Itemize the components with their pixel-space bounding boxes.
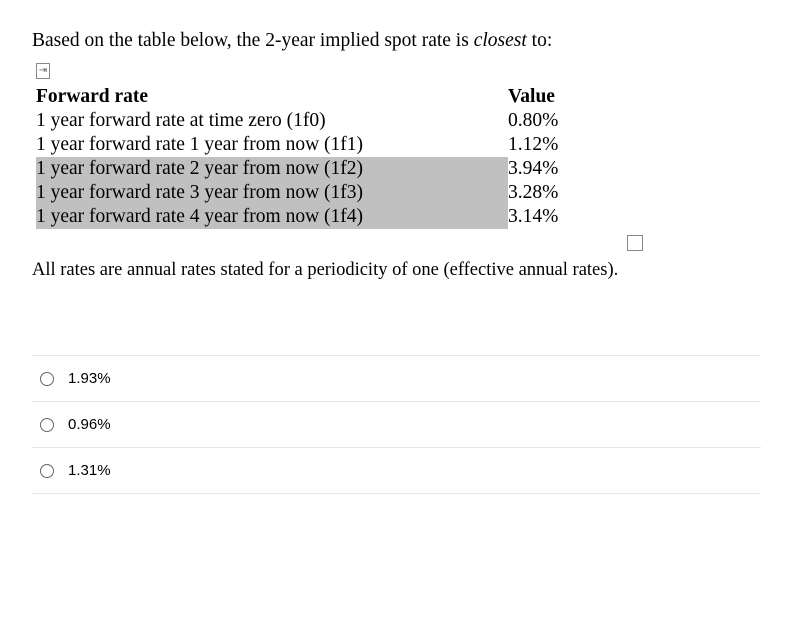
cell-value: 3.94% <box>508 157 628 181</box>
cell-value: 1.12% <box>508 133 628 157</box>
question-text: Based on the table below, the 2-year imp… <box>32 30 761 52</box>
radio-icon <box>40 418 54 432</box>
table-row: 1 year forward rate 1 year from now (1f1… <box>36 133 628 157</box>
checkbox-annotation <box>32 235 761 256</box>
radio-icon <box>40 464 54 478</box>
cell-label: 1 year forward rate at time zero (1f0) <box>36 109 508 133</box>
rates-table: Forward rate Value 1 year forward rate a… <box>36 85 761 229</box>
cell-label: 1 year forward rate 3 year from now (1f3… <box>36 181 508 205</box>
option-label: 1.31% <box>68 462 111 479</box>
table-row: 1 year forward rate 4 year from now (1f4… <box>36 205 628 229</box>
cell-label: 1 year forward rate 1 year from now (1f1… <box>36 133 508 157</box>
question-italic: closest <box>474 30 527 51</box>
table-row: 1 year forward rate 2 year from now (1f2… <box>36 157 628 181</box>
header-value: Value <box>508 85 628 109</box>
option-label: 1.93% <box>68 370 111 387</box>
checkbox-icon <box>627 235 643 251</box>
header-rate: Forward rate <box>36 85 508 109</box>
cell-label: 1 year forward rate 4 year from now (1f4… <box>36 205 508 229</box>
anchor-glyph: ⇥ <box>39 66 47 76</box>
option-c[interactable]: 1.31% <box>32 448 761 494</box>
option-a[interactable]: 1.93% <box>32 355 761 402</box>
table-row: 1 year forward rate at time zero (1f0) 0… <box>36 109 628 133</box>
option-label: 0.96% <box>68 416 111 433</box>
question-prefix: Based on the table below, the 2-year imp… <box>32 30 474 51</box>
table-row: 1 year forward rate 3 year from now (1f3… <box>36 181 628 205</box>
option-b[interactable]: 0.96% <box>32 402 761 448</box>
question-block: Based on the table below, the 2-year imp… <box>0 0 793 524</box>
cell-value: 3.28% <box>508 181 628 205</box>
options-list: 1.93% 0.96% 1.31% <box>32 355 761 494</box>
cell-value: 0.80% <box>508 109 628 133</box>
footnote: All rates are annual rates stated for a … <box>32 260 761 281</box>
table: Forward rate Value 1 year forward rate a… <box>36 85 628 229</box>
cell-value: 3.14% <box>508 205 628 229</box>
table-header-row: Forward rate Value <box>36 85 628 109</box>
cell-label: 1 year forward rate 2 year from now (1f2… <box>36 157 508 181</box>
radio-icon <box>40 372 54 386</box>
question-suffix: to: <box>527 30 552 51</box>
table-anchor-icon: ⇥ <box>36 63 50 79</box>
